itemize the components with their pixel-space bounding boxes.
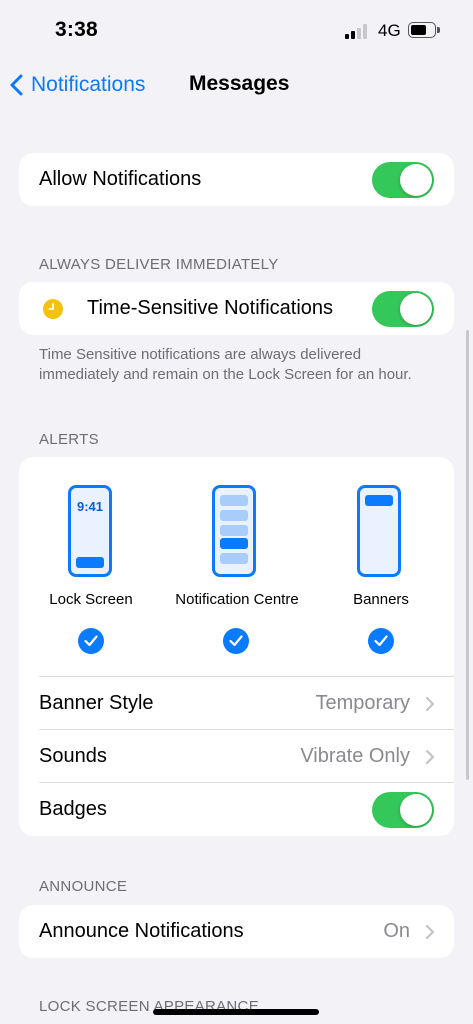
badges-label: Badges bbox=[39, 798, 107, 820]
lock-screen-checkmark[interactable] bbox=[78, 628, 104, 654]
lock-screen-preview-time: 9:41 bbox=[76, 499, 104, 514]
home-indicator[interactable] bbox=[153, 1009, 319, 1015]
status-time: 3:38 bbox=[55, 18, 98, 41]
chevron-right-icon bbox=[425, 696, 435, 711]
time-sensitive-footer: Time Sensitive notifications are always … bbox=[39, 346, 412, 383]
announce-notifications-label: Announce Notifications bbox=[39, 920, 244, 942]
chevron-left-icon bbox=[10, 74, 23, 96]
lock-screen-preview-icon[interactable]: 9:41 bbox=[68, 485, 112, 577]
checkmark-icon bbox=[229, 635, 243, 647]
time-sensitive-toggle[interactable] bbox=[372, 290, 434, 327]
badges-row: Badges bbox=[19, 783, 454, 836]
notification-centre-label: Notification Centre bbox=[175, 591, 299, 608]
time-sensitive-label: Time-Sensitive Notifications bbox=[87, 297, 334, 319]
banner-style-value: Temporary bbox=[315, 692, 410, 714]
banners-checkmark[interactable] bbox=[368, 628, 394, 654]
cellular-signal-icon bbox=[345, 24, 371, 39]
lock-screen-label: Lock Screen bbox=[49, 591, 133, 608]
sounds-row[interactable]: Sounds Vibrate Only bbox=[19, 730, 454, 783]
banner-style-label: Banner Style bbox=[39, 692, 154, 714]
announce-section-header: ANNOUNCE bbox=[39, 878, 128, 895]
announce-group: Announce Notifications On bbox=[19, 905, 454, 958]
allow-notifications-label: Allow Notifications bbox=[39, 168, 202, 190]
allow-notifications-row: Allow Notifications bbox=[19, 153, 454, 206]
back-label: Notifications bbox=[31, 73, 146, 96]
clock-icon bbox=[43, 299, 63, 319]
chevron-right-icon bbox=[425, 749, 435, 764]
announce-notifications-value: On bbox=[383, 920, 410, 942]
back-button[interactable]: Notifications bbox=[10, 70, 145, 100]
banners-label: Banners bbox=[353, 591, 409, 608]
battery-icon bbox=[408, 22, 436, 38]
page-title: Messages bbox=[189, 72, 290, 95]
alerts-section-header: ALERTS bbox=[39, 431, 99, 448]
checkmark-icon bbox=[374, 635, 388, 647]
badges-toggle[interactable] bbox=[372, 791, 434, 828]
banners-preview-icon[interactable] bbox=[357, 485, 401, 577]
allow-notifications-toggle[interactable] bbox=[372, 161, 434, 198]
network-type: 4G bbox=[378, 21, 401, 40]
sounds-label: Sounds bbox=[39, 745, 107, 767]
battery-tip bbox=[437, 27, 440, 33]
announce-notifications-row[interactable]: Announce Notifications On bbox=[19, 905, 454, 958]
banner-style-row[interactable]: Banner Style Temporary bbox=[19, 677, 454, 730]
scrollbar[interactable] bbox=[466, 330, 469, 780]
time-sensitive-row: Time-Sensitive Notifications bbox=[19, 282, 454, 335]
deliver-section-header: ALWAYS DELIVER IMMEDIATELY bbox=[39, 256, 279, 273]
allow-notifications-group: Allow Notifications bbox=[19, 153, 454, 206]
checkmark-icon bbox=[84, 635, 98, 647]
notification-centre-preview-icon[interactable] bbox=[212, 485, 256, 577]
time-sensitive-group: Time-Sensitive Notifications bbox=[19, 282, 454, 335]
chevron-right-icon bbox=[425, 924, 435, 939]
notification-centre-checkmark[interactable] bbox=[223, 628, 249, 654]
sounds-value: Vibrate Only bbox=[300, 745, 410, 767]
alerts-group: 9:41 Lock Screen Notification Centre Ban… bbox=[19, 457, 454, 836]
